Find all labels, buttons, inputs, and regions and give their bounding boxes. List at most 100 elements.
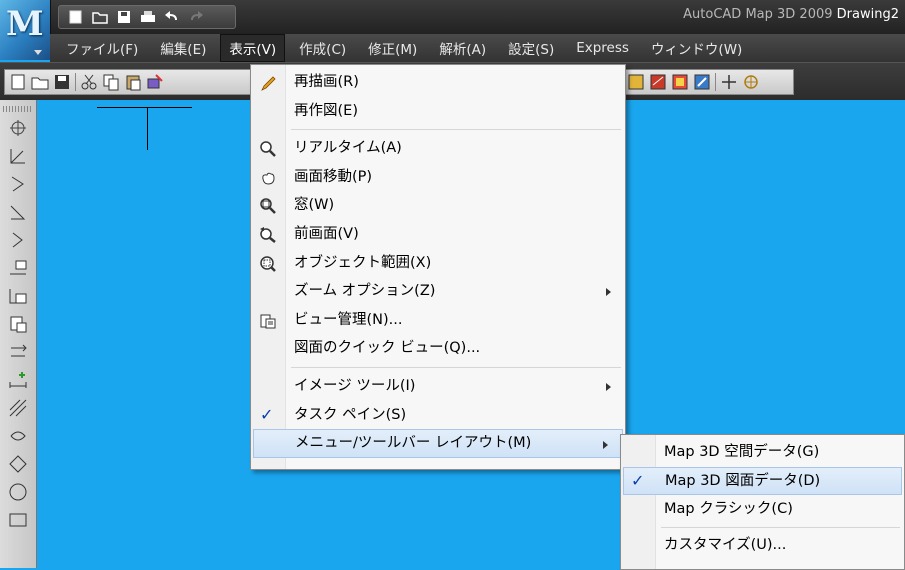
menu-item-map3d-drawing[interactable]: ✓ Map 3D 図面データ(D) (623, 466, 902, 496)
menu-view[interactable]: 表示(V) (220, 34, 286, 62)
toolbar-separator (75, 73, 76, 91)
menu-item-label: Map クラシック(C) (664, 501, 793, 518)
menu-modify[interactable]: 修正(M) (360, 35, 425, 61)
save-icon[interactable] (115, 9, 133, 25)
polyline-icon[interactable] (8, 146, 28, 166)
hatch-icon[interactable] (8, 398, 28, 418)
zoom-previous-icon (259, 226, 277, 244)
toolbar-separator (715, 73, 716, 91)
submenu-arrow-icon (606, 288, 611, 297)
menu-item-label: ビュー管理(N)... (294, 311, 403, 328)
layout-submenu: Map 3D 空間データ(G) ✓ Map 3D 図面データ(D) Map クラ… (620, 434, 905, 570)
menu-analyze[interactable]: 解析(A) (431, 35, 494, 61)
menu-item-label: オブジェクト範囲(X) (294, 254, 432, 271)
application-menu-button[interactable]: M (0, 0, 51, 60)
menu-item-image-tools[interactable]: イメージ ツール(I) (251, 372, 625, 401)
submenu-arrow-icon (603, 441, 608, 450)
paste-icon[interactable] (124, 73, 142, 91)
app-name: AutoCAD Map 3D 2009 (683, 7, 833, 22)
checkmark-icon: ✓ (631, 470, 645, 490)
map-export-icon[interactable] (693, 73, 711, 91)
menu-separator (291, 129, 621, 131)
print-icon[interactable] (139, 9, 157, 25)
new-file-icon[interactable] (67, 9, 85, 25)
line-icon[interactable] (8, 174, 28, 194)
menu-item-label: タスク ペイン(S) (294, 406, 407, 423)
submenu-arrow-icon (606, 382, 611, 391)
angle-icon[interactable] (8, 202, 28, 222)
open-folder-icon[interactable] (91, 9, 109, 25)
map-layer-icon[interactable] (671, 73, 689, 91)
draw-toolbar (0, 100, 37, 568)
menu-bar: ファイル(F) 編集(E) 表示(V) 作成(C) 修正(M) 解析(A) 設定… (50, 34, 905, 62)
menu-window[interactable]: ウィンドウ(W) (643, 35, 750, 61)
snap-icon[interactable] (8, 426, 28, 446)
menu-edit[interactable]: 編集(E) (152, 35, 214, 61)
menu-item-task-pane[interactable]: ✓ タスク ペイン(S) (251, 401, 625, 430)
menu-draw[interactable]: 作成(C) (291, 35, 354, 61)
menu-item-label: カスタマイズ(U)... (664, 536, 787, 553)
open-icon[interactable] (31, 73, 49, 91)
move-icon[interactable] (8, 342, 28, 362)
menu-item-pan[interactable]: 画面移動(P) (251, 163, 625, 192)
menu-express[interactable]: Express (568, 37, 637, 59)
insert-icon[interactable] (8, 314, 28, 334)
target-icon[interactable] (8, 118, 28, 138)
pencil-icon (259, 74, 277, 92)
autodesk-logo-icon: M (6, 4, 44, 44)
add-dimension-icon[interactable] (8, 370, 28, 390)
ucs-axis-y (147, 107, 148, 150)
menu-separator (661, 526, 900, 528)
block-icon[interactable] (8, 258, 28, 278)
menu-item-map3d-geospatial[interactable]: Map 3D 空間データ(G) (621, 438, 904, 467)
menu-item-regen[interactable]: 再作図(E) (251, 97, 625, 126)
cut-icon[interactable] (80, 73, 98, 91)
menu-item-zoom-window[interactable]: 窓(W) (251, 191, 625, 220)
zoom-extents-icon (259, 255, 277, 273)
menu-item-label: 前画面(V) (294, 225, 359, 242)
chevron-down-icon (34, 50, 42, 55)
menu-item-label: 窓(W) (294, 197, 335, 214)
menu-item-redraw[interactable]: 再描画(R) (251, 68, 625, 97)
circle-icon[interactable] (8, 482, 28, 502)
menu-file[interactable]: ファイル(F) (58, 35, 146, 61)
quick-access-toolbar (58, 5, 236, 29)
crosshair-icon[interactable] (720, 73, 738, 91)
menu-item-zoom-extents[interactable]: オブジェクト範囲(X) (251, 249, 625, 278)
menu-item-quick-view[interactable]: 図面のクイック ビュー(Q)... (251, 334, 625, 363)
title-bar: AutoCAD Map 3D 2009 Drawing2 (0, 0, 905, 34)
save-icon[interactable] (53, 73, 71, 91)
menu-item-label: リアルタイム(A) (294, 140, 402, 157)
rectangle-icon[interactable] (8, 510, 28, 530)
menu-item-zoom-options[interactable]: ズーム オプション(Z) (251, 277, 625, 306)
window-title: AutoCAD Map 3D 2009 Drawing2 (683, 7, 899, 22)
menu-item-zoom-realtime[interactable]: リアルタイム(A) (251, 134, 625, 163)
toolbar-grip[interactable] (3, 106, 33, 112)
menu-item-menu-toolbar-layout[interactable]: メニュー/ツールバー レイアウト(M) (253, 429, 623, 458)
menu-item-label: 図面のクイック ビュー(Q)... (294, 340, 481, 357)
menu-item-label: 再描画(R) (294, 74, 359, 90)
view-manager-icon (259, 312, 277, 330)
ucs-axis-x (97, 107, 192, 108)
menu-item-zoom-previous[interactable]: 前画面(V) (251, 220, 625, 249)
menu-item-label: メニュー/ツールバー レイアウト(M) (295, 435, 532, 452)
document-name: Drawing2 (836, 7, 899, 22)
map-query-icon[interactable] (649, 73, 667, 91)
pan-hand-icon (259, 169, 277, 187)
redo-icon[interactable] (187, 9, 205, 25)
copy-icon[interactable] (102, 73, 120, 91)
diamond-icon[interactable] (8, 454, 28, 474)
map-tool-icon[interactable] (627, 73, 645, 91)
menu-item-customize[interactable]: カスタマイズ(U)... (621, 531, 904, 560)
table-icon[interactable] (8, 286, 28, 306)
menu-item-label: 再作図(E) (294, 102, 358, 119)
menu-item-label: 画面移動(P) (294, 168, 373, 185)
undo-icon[interactable] (163, 9, 181, 25)
geolocation-icon[interactable] (742, 73, 760, 91)
menu-item-map-classic[interactable]: Map クラシック(C) (621, 495, 904, 524)
menu-item-view-manager[interactable]: ビュー管理(N)... (251, 306, 625, 335)
match-properties-icon[interactable] (146, 73, 164, 91)
new-icon[interactable] (9, 73, 27, 91)
arc-icon[interactable] (8, 230, 28, 250)
menu-settings[interactable]: 設定(S) (500, 35, 562, 61)
